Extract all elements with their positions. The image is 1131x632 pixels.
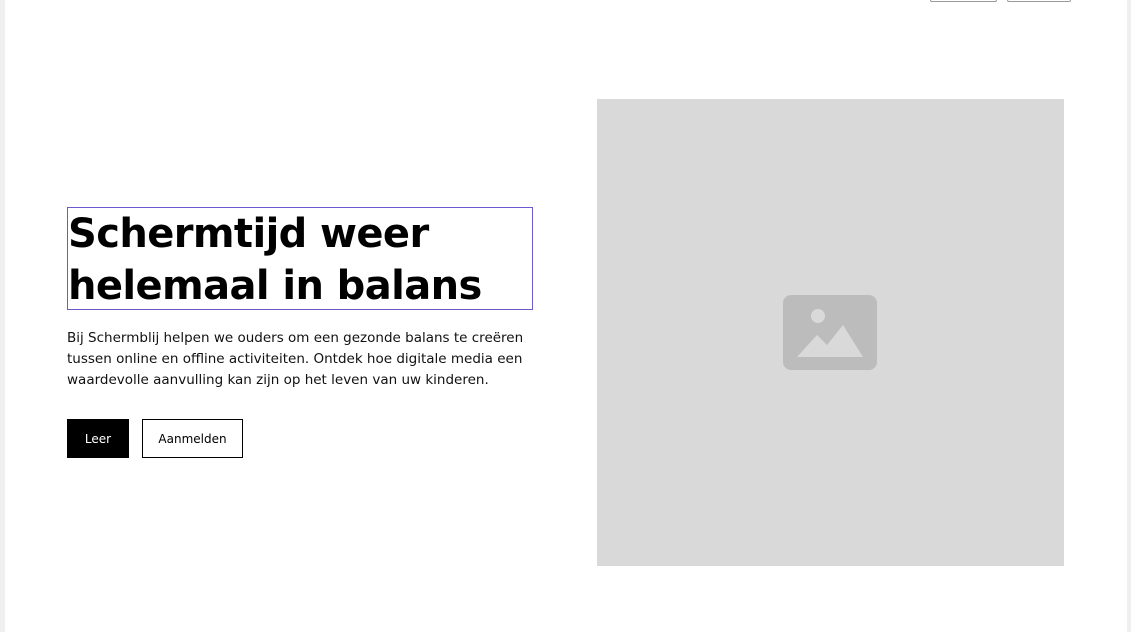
hero-text: Schermtijd weer helemaal in balans Bij S… bbox=[67, 207, 535, 391]
header-button[interactable] bbox=[1007, 0, 1071, 2]
header-button[interactable] bbox=[930, 0, 997, 2]
hero-image-placeholder bbox=[597, 99, 1064, 566]
hero-headline-line: Schermtijd weer bbox=[68, 211, 429, 257]
learn-button[interactable]: Leer bbox=[67, 419, 129, 458]
hero-headline: Schermtijd weer helemaal in balans bbox=[67, 207, 533, 310]
hero-description: Bij Schermblij helpen we ouders om een g… bbox=[67, 330, 524, 388]
page: Schermtijd weer helemaal in balans Bij S… bbox=[5, 0, 1127, 632]
sign-up-button[interactable]: Aanmelden bbox=[142, 419, 243, 458]
image-icon bbox=[783, 295, 877, 370]
hero-headline-line: helemaal in balans bbox=[68, 263, 482, 309]
